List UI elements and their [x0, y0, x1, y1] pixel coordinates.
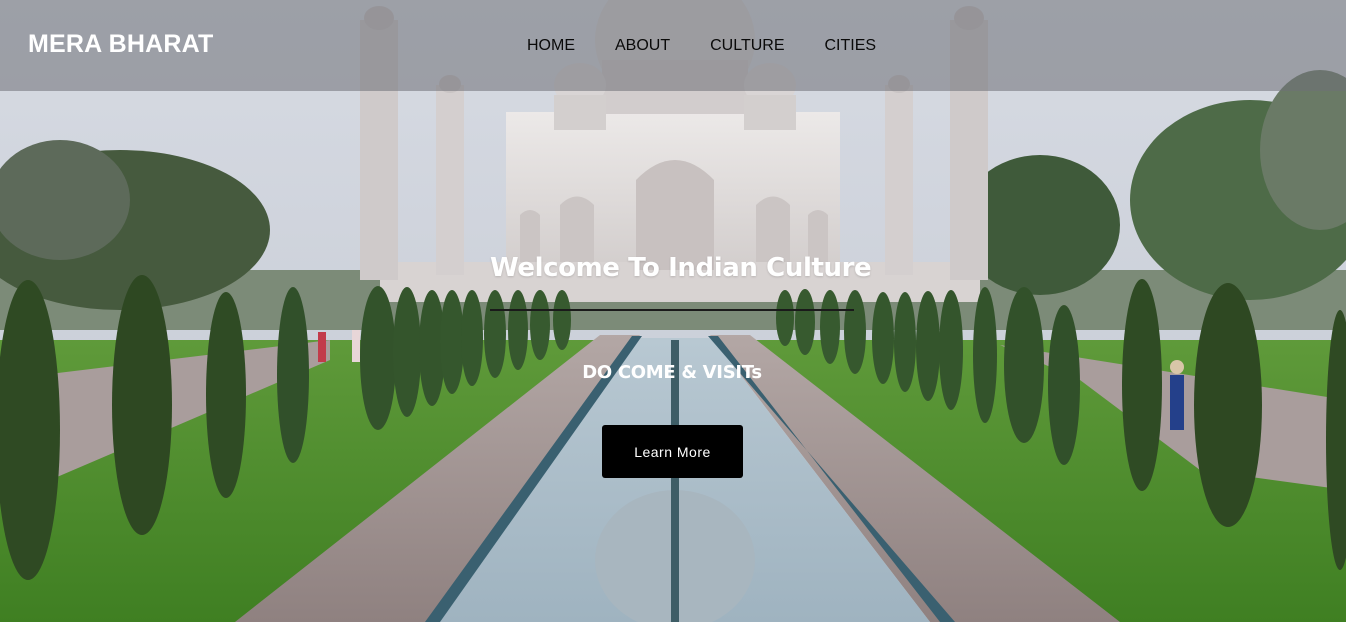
hero-subtitle: DO COME & VISITs [582, 362, 762, 383]
hero-title-underline [490, 309, 854, 311]
learn-more-button[interactable]: Learn More [602, 425, 743, 478]
hero-section: Welcome To Indian Culture DO COME & VISI… [0, 0, 1346, 622]
hero-title: Welcome To Indian Culture [490, 253, 872, 283]
